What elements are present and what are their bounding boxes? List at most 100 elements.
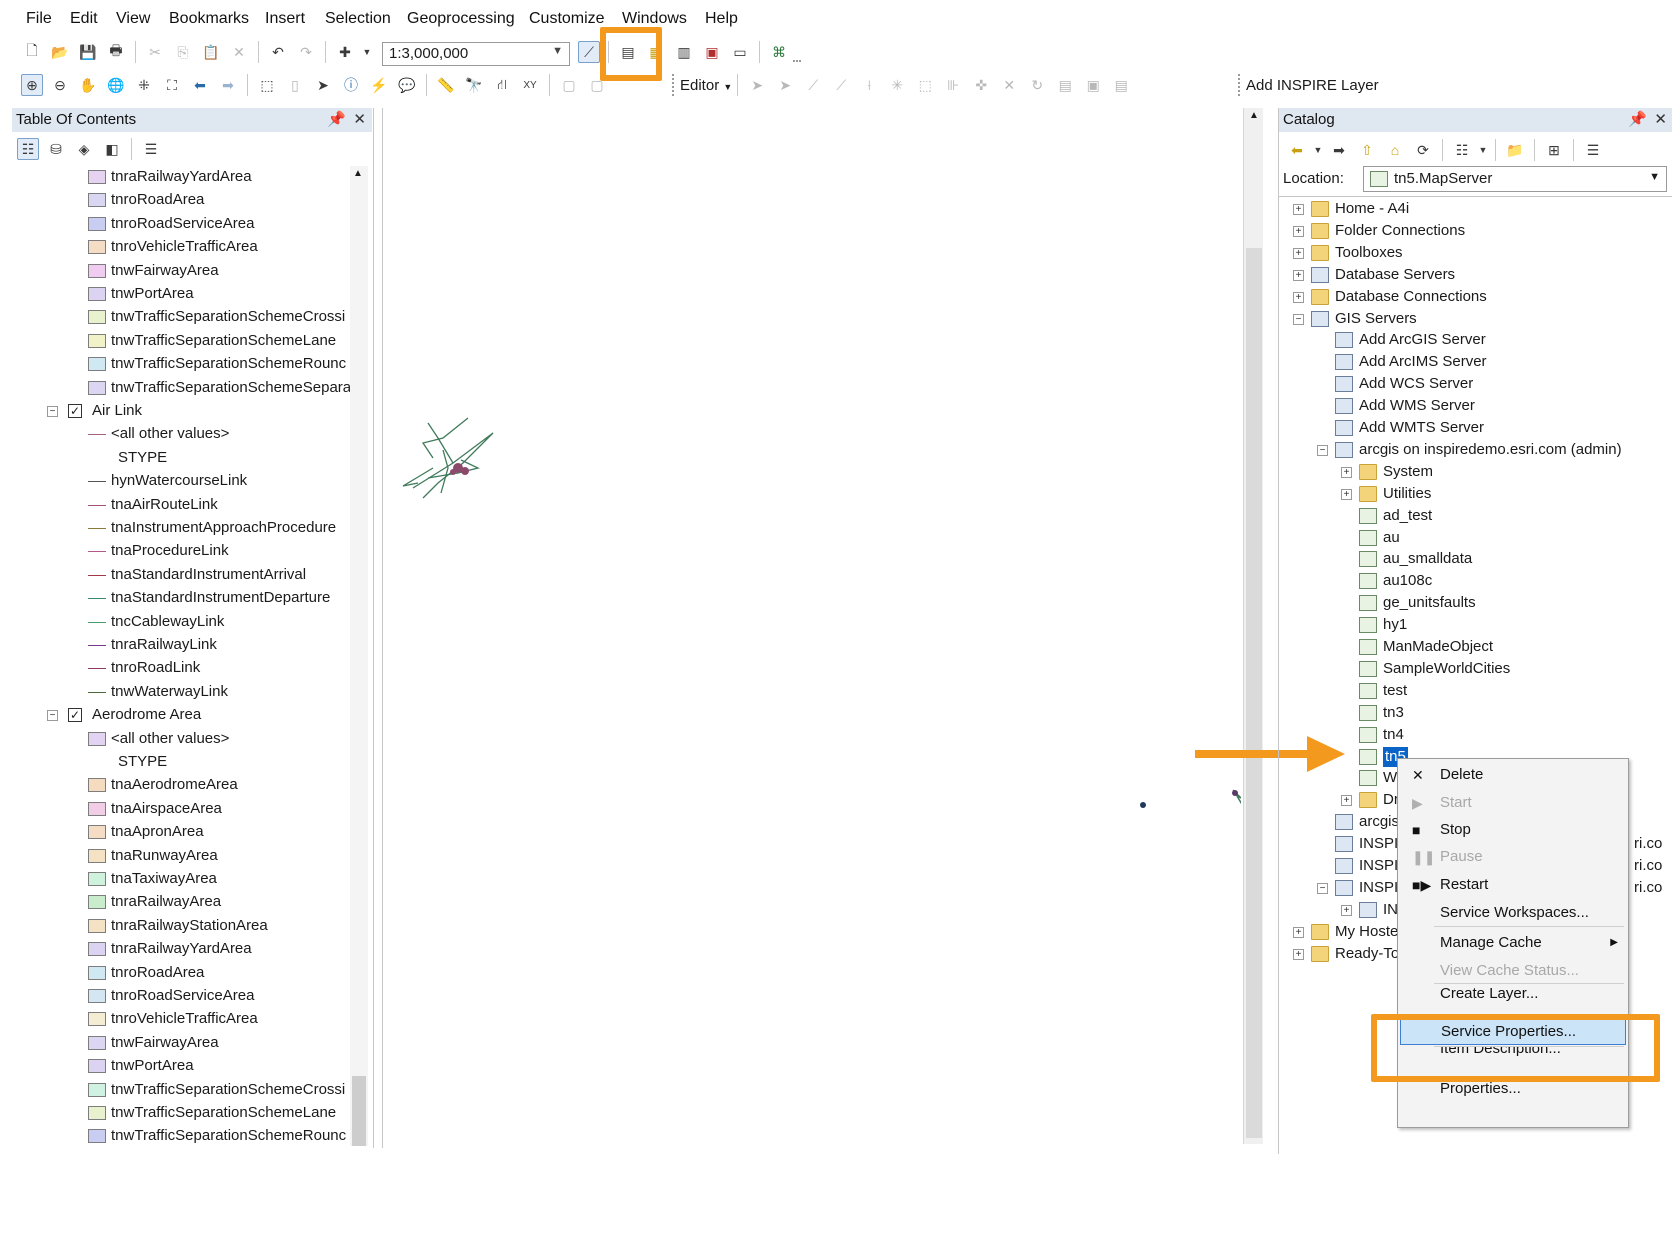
fill-symbol-icon[interactable] — [88, 240, 106, 255]
catalog-tree-item[interactable]: Add ArcGIS Server — [1279, 329, 1672, 351]
add-data-icon[interactable]: ✚ — [334, 41, 356, 63]
line-symbol-icon[interactable] — [88, 645, 106, 646]
editor-toolbar-icon[interactable]: ⟋ — [578, 41, 600, 63]
fill-symbol-icon[interactable] — [88, 801, 106, 816]
line-symbol-icon[interactable] — [88, 668, 106, 670]
context-menu-item-restart[interactable]: ■▶ Restart — [1398, 871, 1628, 899]
catalog-tree-item[interactable]: Add WMS Server — [1279, 395, 1672, 417]
scroll-thumb[interactable] — [1246, 248, 1262, 1138]
fill-symbol-icon[interactable] — [88, 263, 106, 278]
catalog-tree-item[interactable]: + System — [1279, 461, 1672, 483]
go-to-xy-icon[interactable]: XY — [519, 74, 541, 96]
full-extent-icon[interactable]: 🌐 — [105, 74, 127, 96]
expand-icon[interactable]: + — [1341, 466, 1352, 478]
expand-icon[interactable]: + — [1293, 247, 1304, 259]
fill-symbol-icon[interactable] — [88, 216, 106, 231]
context-menu-item-stop[interactable]: ■ Stop — [1398, 816, 1628, 844]
menu-item-customize[interactable]: Customize — [529, 10, 605, 28]
fill-symbol-icon[interactable] — [88, 895, 106, 910]
fixed-zoom-in-icon[interactable]: ⁜ — [133, 74, 155, 96]
line-symbol-icon[interactable] — [88, 481, 106, 483]
fill-symbol-icon[interactable] — [88, 193, 106, 208]
toc-scrollbar[interactable]: ▲ — [350, 166, 368, 1146]
zoom-in-icon[interactable]: ⊕ — [21, 74, 43, 96]
expand-icon[interactable]: + — [1293, 225, 1304, 237]
catalog-tree-item[interactable]: SampleWorldCities — [1279, 658, 1672, 680]
fill-symbol-icon[interactable] — [88, 731, 106, 746]
fill-symbol-icon[interactable] — [88, 848, 106, 863]
line-symbol-icon[interactable] — [88, 691, 106, 693]
editor-menu[interactable]: Editor ▼ — [680, 77, 732, 94]
menu-item-geoprocessing[interactable]: Geoprocessing — [407, 10, 515, 28]
menu-item-windows[interactable]: Windows — [622, 10, 687, 28]
menu-item-view[interactable]: View — [116, 10, 150, 28]
expand-icon[interactable]: + — [1293, 926, 1304, 938]
back-icon[interactable]: ⬅ — [1286, 139, 1308, 161]
measure-icon[interactable]: 📏 — [435, 74, 457, 96]
catalog-options-icon[interactable]: ☰ — [1582, 139, 1604, 161]
forward-extent-icon[interactable]: ➡ — [217, 74, 239, 96]
expand-icon[interactable]: + — [1293, 948, 1304, 960]
split-icon[interactable]: ✕ — [998, 74, 1020, 96]
expand-icon[interactable]: + — [1341, 488, 1352, 500]
back-extent-icon[interactable]: ⬅ — [189, 74, 211, 96]
close-icon[interactable]: ✕ — [353, 110, 366, 128]
catalog-tree-item[interactable]: ManMadeObject — [1279, 636, 1672, 658]
catalog-tree-item[interactable]: + Toolboxes — [1279, 242, 1672, 264]
back-dropdown-icon[interactable]: ▼ — [1314, 139, 1323, 161]
select-features-icon[interactable]: ⬚ — [256, 74, 278, 96]
context-menu-item-view-cache-status[interactable]: View Cache Status... — [1398, 957, 1628, 985]
catalog-tree-item[interactable]: + Utilities — [1279, 483, 1672, 505]
trace-icon[interactable]: ⟊ — [858, 74, 880, 96]
fill-symbol-icon[interactable] — [88, 1035, 106, 1050]
redo-icon[interactable]: ↷ — [295, 41, 317, 63]
python-window-icon[interactable]: ▭ — [729, 41, 751, 63]
add-inspire-layer-button[interactable]: Add INSPIRE Layer — [1246, 77, 1379, 94]
toggle-contents-panel-icon[interactable]: ⊞ — [1543, 139, 1565, 161]
cut-icon[interactable]: ✂ — [144, 41, 166, 63]
catalog-tree-item[interactable]: − GIS Servers — [1279, 308, 1672, 330]
up-one-level-icon[interactable]: ⇧ — [1356, 139, 1378, 161]
map-scale-combo[interactable]: 1:3,000,000 ▼ — [382, 42, 570, 66]
context-menu-item-delete[interactable]: ✕ Delete — [1398, 761, 1628, 789]
save-icon[interactable]: 💾 — [77, 41, 99, 63]
catalog-tree-item[interactable]: Add WMTS Server — [1279, 417, 1672, 439]
expand-icon[interactable]: + — [1293, 204, 1304, 215]
fill-symbol-icon[interactable] — [88, 1012, 106, 1027]
find-route-icon[interactable]: ⛙ — [491, 74, 513, 96]
collapse-icon[interactable]: − — [1293, 313, 1304, 325]
list-by-source-icon[interactable]: ⛁ — [45, 138, 67, 160]
copy-icon[interactable]: ⎘ — [172, 41, 194, 63]
fill-symbol-icon[interactable] — [88, 333, 106, 348]
edit-annotation-icon[interactable]: ➤ — [774, 74, 796, 96]
connect-to-folder-icon[interactable]: 📁 — [1504, 139, 1526, 161]
context-menu-item-create-layer[interactable]: Create Layer... — [1398, 987, 1628, 1001]
fill-symbol-icon[interactable] — [88, 872, 106, 886]
line-symbol-icon[interactable] — [88, 528, 106, 529]
list-by-selection-icon[interactable]: ◧ — [101, 138, 123, 160]
list-by-visibility-icon[interactable]: ◈ — [73, 138, 95, 160]
identify-icon[interactable]: ⓘ — [340, 74, 362, 96]
refresh-icon[interactable]: ⟳ — [1412, 139, 1434, 161]
create-viewer-icon[interactable]: ▢ — [586, 74, 608, 96]
fill-symbol-icon[interactable] — [88, 918, 106, 933]
fill-symbol-icon[interactable] — [88, 357, 106, 372]
edit-vertices-icon[interactable]: ⬚ — [914, 74, 936, 96]
new-document-icon[interactable]: 🗋 — [21, 41, 43, 63]
delete-icon[interactable]: ✕ — [228, 41, 250, 63]
catalog-tree-item[interactable]: + Folder Connections — [1279, 220, 1672, 242]
straight-segment-icon[interactable]: ⟋ — [802, 74, 824, 96]
fill-symbol-icon[interactable] — [88, 170, 106, 184]
menu-item-help[interactable]: Help — [705, 10, 738, 28]
modelbuilder-icon[interactable]: ⌘ — [768, 41, 790, 63]
html-popup-icon[interactable]: 💬 — [396, 74, 418, 96]
add-data-dropdown-icon[interactable]: ▼ — [362, 41, 372, 63]
catalog-tree-item[interactable]: + Database Connections — [1279, 286, 1672, 308]
hyperlink-icon[interactable]: ⚡ — [368, 74, 390, 96]
chevron-down-icon[interactable]: ▼ — [1649, 171, 1660, 183]
forward-icon[interactable]: ➡ — [1328, 139, 1350, 161]
close-icon[interactable]: ✕ — [1654, 110, 1667, 128]
fill-symbol-icon[interactable] — [88, 1082, 106, 1097]
context-menu-item-start[interactable]: ▶ Start — [1398, 789, 1628, 817]
home-icon[interactable]: ⌂ — [1384, 139, 1406, 161]
